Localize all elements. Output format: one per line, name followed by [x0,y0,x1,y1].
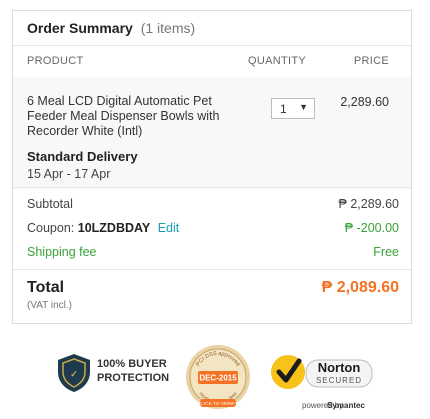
order-summary-title: Order Summary (1 items) [27,20,195,36]
column-header-quantity: QUANTITY [248,55,307,67]
quantity-value: 1 [280,102,287,116]
vat-note: (VAT incl.) [27,300,73,311]
pci-date: DEC-2015 [199,374,237,383]
coupon-code: 10LZDBDAY [77,221,151,235]
subtotal-value: ₱ 2,289.60 [338,197,399,211]
delivery-method: Standard Delivery [27,149,138,164]
shipping-fee-value: Free [373,245,399,259]
pci-click-text: CLICK TO VERIFY [198,401,239,407]
column-header-price: PRICE [353,55,389,67]
buyer-protection-text: 100% BUYER PROTECTION [97,357,169,385]
coupon-discount-value: ₱ -200.00 [344,221,399,235]
shield-icon: ✓ [58,354,90,392]
norton-secured-text: SECURED [316,376,362,385]
divider [13,187,411,188]
order-summary-header: Order Summary (1 items) [13,11,411,46]
buyer-protection-line2: PROTECTION [97,372,170,384]
item-count: (1 items) [140,20,196,36]
shipping-fee-label: Shipping fee [27,245,97,259]
svg-text:✓: ✓ [70,369,78,379]
total-label: Total [27,279,65,296]
pci-seal-icon[interactable]: PCI DSS approved DEC-2015 more security … [184,343,252,411]
product-name[interactable]: 6 Meal LCD Digital Automatic Pet Feeder … [27,94,249,139]
coupon-label: Coupon: [27,221,75,235]
coupon-edit-link[interactable]: Edit [158,221,180,235]
coupon-row: Coupon: 10LZDBDAY Edit [27,221,179,235]
norton-brand-text: Symantec [327,401,365,410]
norton-name: Norton [318,360,361,375]
delivery-dates: 15 Apr - 17 Apr [27,167,111,181]
order-summary-title-text: Order Summary [27,20,133,36]
total-value: ₱ 2,089.60 [321,279,399,296]
chevron-down-icon: ▼ [299,102,308,112]
item-price: 2,289.60 [340,95,389,109]
quantity-select[interactable]: 1 ▼ [271,98,315,119]
divider [13,269,411,270]
norton-secured-badge[interactable]: Norton SECURED powered by Symantec [268,352,376,412]
buyer-protection-line1: 100% BUYER [97,358,167,370]
order-summary-card: Order Summary (1 items) PRODUCT QUANTITY… [12,10,412,324]
subtotal-label: Subtotal [27,197,73,211]
column-header-product: PRODUCT [27,55,84,67]
